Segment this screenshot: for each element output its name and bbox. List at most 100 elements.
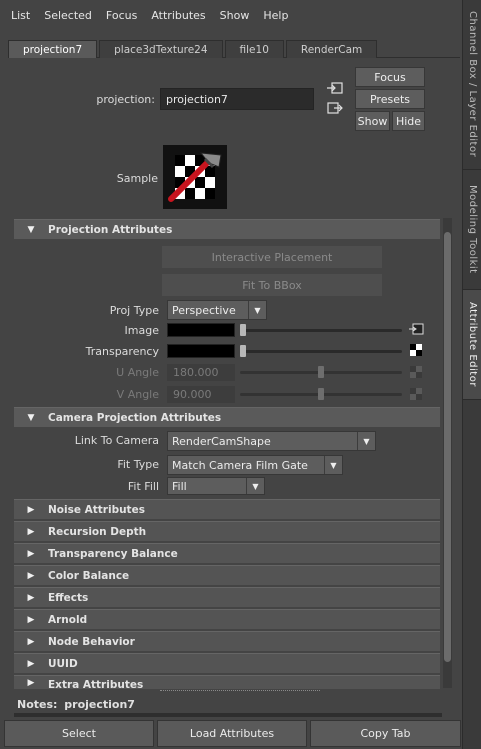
fit-type-label: Fit Type bbox=[117, 458, 159, 471]
transparency-slider-handle[interactable] bbox=[240, 345, 246, 357]
focus-button[interactable]: Focus bbox=[355, 67, 425, 87]
collapsed-arrow-icon: ▶ bbox=[27, 526, 35, 537]
fit-fill-dropdown[interactable]: Fill ▼ bbox=[167, 477, 265, 495]
expanded-arrow-icon: ▼ bbox=[27, 412, 35, 423]
section-title: Color Balance bbox=[48, 569, 130, 582]
section-title: Noise Attributes bbox=[48, 503, 145, 516]
u-angle-field[interactable]: 180.000 bbox=[167, 364, 235, 381]
collapsed-arrow-icon: ▶ bbox=[27, 592, 35, 603]
image-label: Image bbox=[124, 324, 159, 337]
image-color-swatch[interactable] bbox=[167, 323, 235, 337]
tab-place3dtexture24[interactable]: place3dTexture24 bbox=[99, 40, 223, 58]
menu-list[interactable]: List bbox=[4, 9, 37, 22]
section-uuid[interactable]: ▶ UUID bbox=[14, 653, 440, 673]
scrollbar-thumb[interactable] bbox=[444, 232, 451, 662]
presets-button[interactable]: Presets bbox=[355, 89, 425, 109]
u-angle-label: U Angle bbox=[116, 366, 159, 379]
fit-type-value: Match Camera Film Gate bbox=[172, 458, 308, 472]
side-tab-label: Modeling Toolkit bbox=[467, 185, 478, 274]
menu-show[interactable]: Show bbox=[213, 9, 257, 22]
side-tab-attribute-editor[interactable]: Attribute Editor bbox=[463, 290, 481, 400]
section-title: Arnold bbox=[48, 613, 88, 626]
collapsed-arrow-icon: ▶ bbox=[27, 614, 35, 625]
load-attributes-button[interactable]: Load Attributes bbox=[157, 720, 307, 747]
section-title: Recursion Depth bbox=[48, 525, 147, 538]
input-connections-icon[interactable] bbox=[326, 80, 344, 96]
collapsed-arrow-icon: ▶ bbox=[27, 504, 35, 515]
node-tabs: projection7 place3dTexture24 file10 Rend… bbox=[8, 40, 460, 58]
notes-value: projection7 bbox=[64, 698, 135, 711]
menu-bar: List Selected Focus Attributes Show Help bbox=[0, 0, 462, 30]
notes-label: Notes: bbox=[17, 698, 58, 711]
checker-map-icon[interactable] bbox=[410, 388, 422, 400]
section-recursion-depth[interactable]: ▶ Recursion Depth bbox=[14, 521, 440, 541]
menu-focus[interactable]: Focus bbox=[99, 9, 144, 22]
checker-map-icon[interactable] bbox=[410, 344, 422, 356]
link-to-camera-value: RenderCamShape bbox=[172, 434, 271, 448]
proj-type-dropdown[interactable]: Perspective ▼ bbox=[167, 300, 267, 320]
chevron-down-icon: ▼ bbox=[246, 478, 264, 494]
section-extra-attributes[interactable]: ▶ Extra Attributes bbox=[14, 675, 440, 689]
expanded-arrow-icon: ▼ bbox=[27, 224, 35, 235]
menu-attributes[interactable]: Attributes bbox=[144, 9, 212, 22]
node-name-field[interactable]: projection7 bbox=[160, 88, 314, 110]
section-title: Camera Projection Attributes bbox=[48, 411, 222, 424]
copy-tab-button[interactable]: Copy Tab bbox=[310, 720, 461, 747]
section-title: Effects bbox=[48, 591, 89, 604]
splitter-handle[interactable] bbox=[160, 690, 320, 691]
collapsed-arrow-icon: ▶ bbox=[27, 678, 35, 688]
image-slider-handle[interactable] bbox=[240, 324, 246, 336]
chevron-down-icon: ▼ bbox=[248, 301, 266, 319]
node-name-label: projection: bbox=[96, 93, 155, 106]
notes-row: Notes: projection7 bbox=[17, 698, 135, 711]
tab-rendercam[interactable]: RenderCam bbox=[285, 40, 378, 58]
collapsed-arrow-icon: ▶ bbox=[27, 548, 35, 559]
side-tab-channel-box[interactable]: Channel Box / Layer Editor bbox=[463, 0, 481, 170]
section-camera-projection-attributes[interactable]: ▼ Camera Projection Attributes bbox=[14, 407, 440, 427]
menu-selected[interactable]: Selected bbox=[37, 9, 99, 22]
section-projection-attributes[interactable]: ▼ Projection Attributes bbox=[14, 219, 440, 239]
tab-file10[interactable]: file10 bbox=[224, 40, 284, 58]
section-title: Transparency Balance bbox=[48, 547, 178, 560]
tab-projection7[interactable]: projection7 bbox=[8, 40, 98, 58]
section-arnold[interactable]: ▶ Arnold bbox=[14, 609, 440, 629]
v-angle-slider-handle[interactable] bbox=[318, 388, 324, 400]
v-angle-label: V Angle bbox=[116, 388, 159, 401]
chevron-down-icon: ▼ bbox=[324, 456, 342, 474]
image-slider-track[interactable] bbox=[240, 329, 402, 332]
show-button[interactable]: Show bbox=[355, 111, 390, 131]
side-tab-label: Channel Box / Layer Editor bbox=[467, 11, 478, 158]
section-noise-attributes[interactable]: ▶ Noise Attributes bbox=[14, 499, 440, 519]
section-node-behavior[interactable]: ▶ Node Behavior bbox=[14, 631, 440, 651]
section-effects[interactable]: ▶ Effects bbox=[14, 587, 440, 607]
fit-to-bbox-button[interactable]: Fit To BBox bbox=[162, 274, 382, 296]
link-to-camera-dropdown[interactable]: RenderCamShape ▼ bbox=[167, 431, 376, 451]
fit-type-dropdown[interactable]: Match Camera Film Gate ▼ bbox=[167, 455, 343, 475]
proj-type-value: Perspective bbox=[172, 303, 236, 317]
chevron-down-icon: ▼ bbox=[357, 432, 375, 450]
transparency-label: Transparency bbox=[85, 345, 159, 358]
u-angle-slider-handle[interactable] bbox=[318, 366, 324, 378]
side-tab-modeling-toolkit[interactable]: Modeling Toolkit bbox=[463, 170, 481, 290]
checker-map-icon[interactable] bbox=[410, 366, 422, 378]
fit-fill-value: Fill bbox=[172, 479, 187, 493]
side-tab-label: Attribute Editor bbox=[467, 302, 478, 387]
collapsed-arrow-icon: ▶ bbox=[27, 658, 35, 669]
transparency-color-swatch[interactable] bbox=[167, 344, 235, 358]
transparency-slider-track[interactable] bbox=[240, 350, 402, 353]
output-connections-icon[interactable] bbox=[326, 100, 344, 116]
section-title: Extra Attributes bbox=[48, 679, 144, 689]
section-transparency-balance[interactable]: ▶ Transparency Balance bbox=[14, 543, 440, 563]
menu-help[interactable]: Help bbox=[256, 9, 295, 22]
texture-map-button-icon[interactable] bbox=[409, 322, 425, 337]
collapsed-arrow-icon: ▶ bbox=[27, 636, 35, 647]
select-button[interactable]: Select bbox=[4, 720, 154, 747]
proj-type-label: Proj Type bbox=[109, 304, 159, 317]
side-tab-strip: Channel Box / Layer Editor Modeling Tool… bbox=[462, 0, 481, 749]
link-to-camera-label: Link To Camera bbox=[74, 434, 159, 447]
hide-button[interactable]: Hide bbox=[392, 111, 425, 131]
section-color-balance[interactable]: ▶ Color Balance bbox=[14, 565, 440, 585]
interactive-placement-button[interactable]: Interactive Placement bbox=[162, 246, 382, 268]
notes-field[interactable] bbox=[14, 713, 442, 717]
v-angle-field[interactable]: 90.000 bbox=[167, 386, 235, 403]
